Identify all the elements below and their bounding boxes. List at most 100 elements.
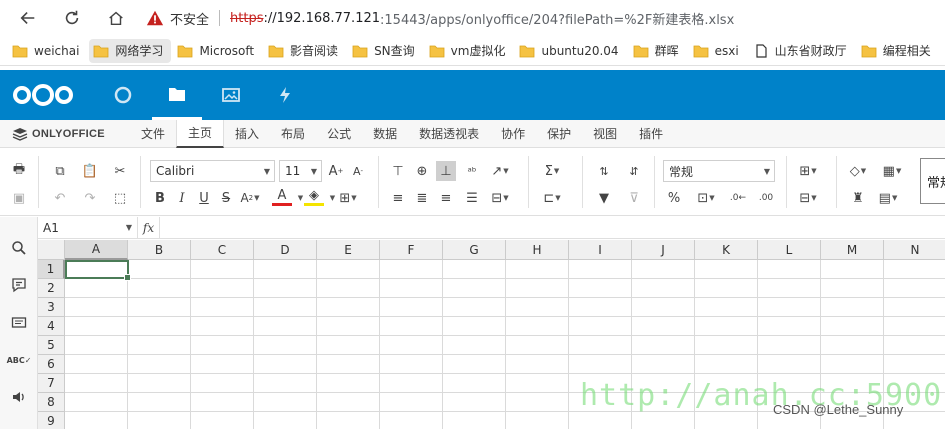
tab-4[interactable]: 公式 <box>316 120 362 148</box>
italic-icon[interactable]: I <box>172 188 192 208</box>
percent-icon[interactable]: % <box>664 188 684 208</box>
column-header[interactable]: B <box>128 240 191 260</box>
tab-7[interactable]: 协作 <box>490 120 536 148</box>
spellcheck-icon[interactable]: ABC✓ <box>7 350 32 370</box>
delete-cells-icon[interactable]: ⊟ ▼ <box>798 188 818 208</box>
wrap-text-icon[interactable]: ᵃᵇ <box>462 161 482 181</box>
column-header[interactable]: G <box>443 240 506 260</box>
comment-icon[interactable] <box>9 275 29 295</box>
select-all-icon[interactable]: ⬚ <box>110 188 130 208</box>
decrease-decimal-icon[interactable]: .0← <box>728 188 748 208</box>
column-header[interactable]: D <box>254 240 317 260</box>
bookmark-item[interactable]: esxi <box>689 39 747 63</box>
column-header[interactable]: I <box>569 240 632 260</box>
copy-icon[interactable]: ⧉ <box>50 161 70 181</box>
name-box[interactable]: A1 ▼ <box>38 217 138 238</box>
named-range-icon[interactable]: ⊏ ▼ <box>542 188 562 208</box>
borders-icon[interactable]: ⊞ ▼ <box>338 188 358 208</box>
column-header[interactable]: M <box>821 240 884 260</box>
tab-0[interactable]: 文件 <box>130 120 176 148</box>
tab-6[interactable]: 数据透视表 <box>408 120 490 148</box>
tab-9[interactable]: 视图 <box>582 120 628 148</box>
bookmark-item[interactable]: vm虚拟化 <box>425 39 514 63</box>
row-header[interactable]: 7 <box>38 374 65 393</box>
bookmark-item[interactable]: 影音阅读 <box>264 39 346 63</box>
reload-button[interactable] <box>58 4 86 32</box>
increase-font-icon[interactable]: A + <box>326 161 346 181</box>
row-header[interactable]: 4 <box>38 317 65 336</box>
row-header[interactable]: 2 <box>38 279 65 298</box>
conditional-format-icon[interactable]: ▦ ▼ <box>882 161 902 181</box>
column-header[interactable]: H <box>506 240 569 260</box>
nextcloud-logo-icon[interactable] <box>12 83 74 107</box>
paste-icon[interactable]: 📋 <box>80 161 100 181</box>
sort-descending-icon[interactable]: ⇵ <box>624 161 644 181</box>
justify-icon[interactable]: ☰ <box>462 188 482 208</box>
security-status[interactable]: 不安全 <box>170 9 209 28</box>
number-format-select[interactable]: 常规 ▼ <box>663 160 775 182</box>
align-left-icon[interactable]: ≡ <box>388 188 408 208</box>
tab-5[interactable]: 数据 <box>362 120 408 148</box>
bold-icon[interactable]: B <box>150 188 170 208</box>
align-top-icon[interactable]: ⊤ <box>388 161 408 181</box>
row-header[interactable]: 6 <box>38 355 65 374</box>
sort-ascending-icon[interactable]: ⇅ <box>594 161 614 181</box>
row-header[interactable]: 5 <box>38 336 65 355</box>
text-orientation-icon[interactable]: ↗ ▼ <box>490 161 510 181</box>
row-header[interactable]: 3 <box>38 298 65 317</box>
bookmark-item[interactable]: SN查询 <box>348 39 423 63</box>
column-header[interactable]: A <box>65 240 128 260</box>
column-header[interactable]: K <box>695 240 758 260</box>
active-cell[interactable] <box>65 260 131 281</box>
chat-icon[interactable] <box>9 313 29 333</box>
merge-cells-icon[interactable]: ⊟ ▼ <box>490 188 510 208</box>
column-header[interactable]: J <box>632 240 695 260</box>
copy-style-icon[interactable]: ♜ <box>848 188 868 208</box>
format-as-table-icon[interactable]: ▤ ▼ <box>878 188 898 208</box>
formula-input[interactable] <box>160 217 945 238</box>
subscript-icon[interactable]: A 2 ▼ <box>240 188 260 208</box>
bookmark-item[interactable]: 网络学习 <box>89 38 172 63</box>
bookmark-item[interactable]: 山东省财政厅 <box>749 39 855 63</box>
bookmark-item[interactable]: weichai <box>8 39 87 63</box>
select-all-corner[interactable] <box>38 240 65 260</box>
underline-icon[interactable]: U <box>194 188 214 208</box>
strikethrough-icon[interactable]: S <box>216 188 236 208</box>
save-icon[interactable]: ▣ <box>9 188 29 208</box>
column-header[interactable]: L <box>758 240 821 260</box>
search-icon[interactable] <box>9 238 29 258</box>
font-name-select[interactable]: Calibri ▼ <box>150 160 275 182</box>
speaker-icon[interactable] <box>9 387 29 407</box>
photos-app-button[interactable] <box>206 70 256 120</box>
sum-icon[interactable]: Σ ▼ <box>542 161 562 181</box>
undo-icon[interactable]: ↶ <box>50 188 70 208</box>
address-bar[interactable]: 不安全 https://192.168.77.121:15443/apps/on… <box>146 4 734 32</box>
bookmark-item[interactable]: 编程相关 <box>857 39 939 63</box>
row-header[interactable]: 1 <box>38 260 65 279</box>
row-header[interactable]: 9 <box>38 412 65 429</box>
insert-cells-icon[interactable]: ⊞ ▼ <box>798 161 818 181</box>
bookmark-item[interactable]: Microsoft <box>173 39 262 63</box>
tab-3[interactable]: 布局 <box>270 120 316 148</box>
decrease-font-icon[interactable]: A- <box>348 161 368 181</box>
font-size-select[interactable]: 11 ▼ <box>279 160 322 182</box>
font-color-icon[interactable]: A <box>272 188 292 206</box>
activity-app-button[interactable] <box>260 70 310 120</box>
back-button[interactable] <box>14 4 42 32</box>
tab-10[interactable]: 插件 <box>628 120 674 148</box>
column-header[interactable]: N <box>884 240 945 260</box>
home-button[interactable] <box>102 4 130 32</box>
align-middle-icon[interactable]: ⊕ <box>412 161 432 181</box>
function-button[interactable]: fx <box>138 217 160 238</box>
clear-filter-icon[interactable]: ⊽ <box>624 188 644 208</box>
cell-style-preview[interactable]: 常规 <box>920 158 945 204</box>
cut-icon[interactable]: ✂ <box>110 161 130 181</box>
tab-2[interactable]: 插入 <box>224 120 270 148</box>
column-header[interactable]: F <box>380 240 443 260</box>
accounting-icon[interactable]: ⊡ ▼ <box>696 188 716 208</box>
dashboard-app-button[interactable] <box>98 70 148 120</box>
fill-color-icon[interactable]: ◈ <box>304 188 324 206</box>
tab-8[interactable]: 保护 <box>536 120 582 148</box>
files-app-button[interactable] <box>152 70 202 120</box>
bookmark-item[interactable]: 群晖 <box>629 39 687 63</box>
